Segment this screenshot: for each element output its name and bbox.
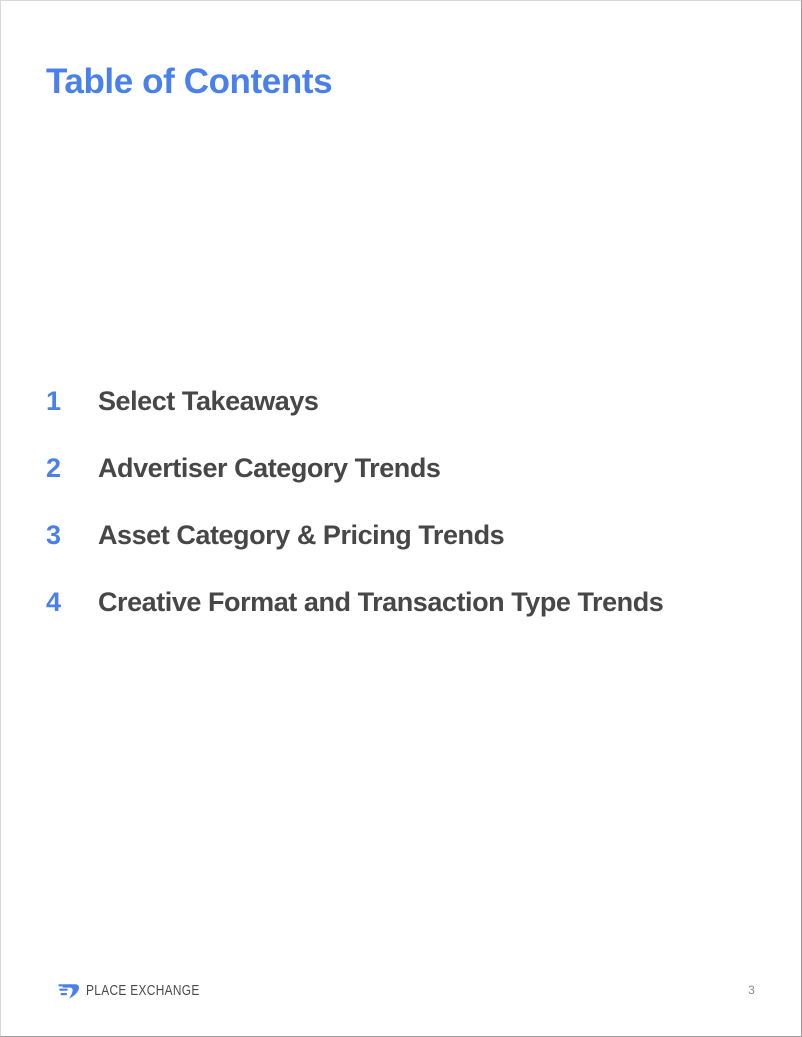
toc-item-number: 4 bbox=[46, 587, 61, 617]
toc-item-label: Advertiser Category Trends bbox=[98, 453, 441, 483]
toc-item-4[interactable]: 4 Creative Format and Transaction Type T… bbox=[46, 587, 746, 654]
brand-name: PLACE EXCHANGE bbox=[86, 983, 200, 999]
table-of-contents-list: 1 Select Takeaways 2 Advertiser Category… bbox=[46, 386, 746, 654]
toc-item-label: Asset Category & Pricing Trends bbox=[98, 520, 505, 550]
slide-footer: PLACE EXCHANGE 3 bbox=[1, 980, 801, 1006]
page-number: 3 bbox=[748, 983, 755, 997]
slide-page: Table of Contents 1 Select Takeaways 2 A… bbox=[0, 0, 802, 1037]
brand-logo: PLACE EXCHANGE bbox=[58, 980, 225, 1002]
toc-item-number: 3 bbox=[46, 520, 61, 550]
place-exchange-swoosh-icon bbox=[58, 983, 80, 999]
toc-item-3[interactable]: 3 Asset Category & Pricing Trends bbox=[46, 520, 746, 587]
toc-item-number: 2 bbox=[46, 453, 61, 483]
page-title: Table of Contents bbox=[46, 62, 333, 102]
toc-item-1[interactable]: 1 Select Takeaways bbox=[46, 386, 746, 453]
toc-item-number: 1 bbox=[46, 386, 61, 416]
toc-item-2[interactable]: 2 Advertiser Category Trends bbox=[46, 453, 746, 520]
toc-item-label: Select Takeaways bbox=[98, 386, 319, 416]
toc-item-label: Creative Format and Transaction Type Tre… bbox=[98, 587, 664, 617]
